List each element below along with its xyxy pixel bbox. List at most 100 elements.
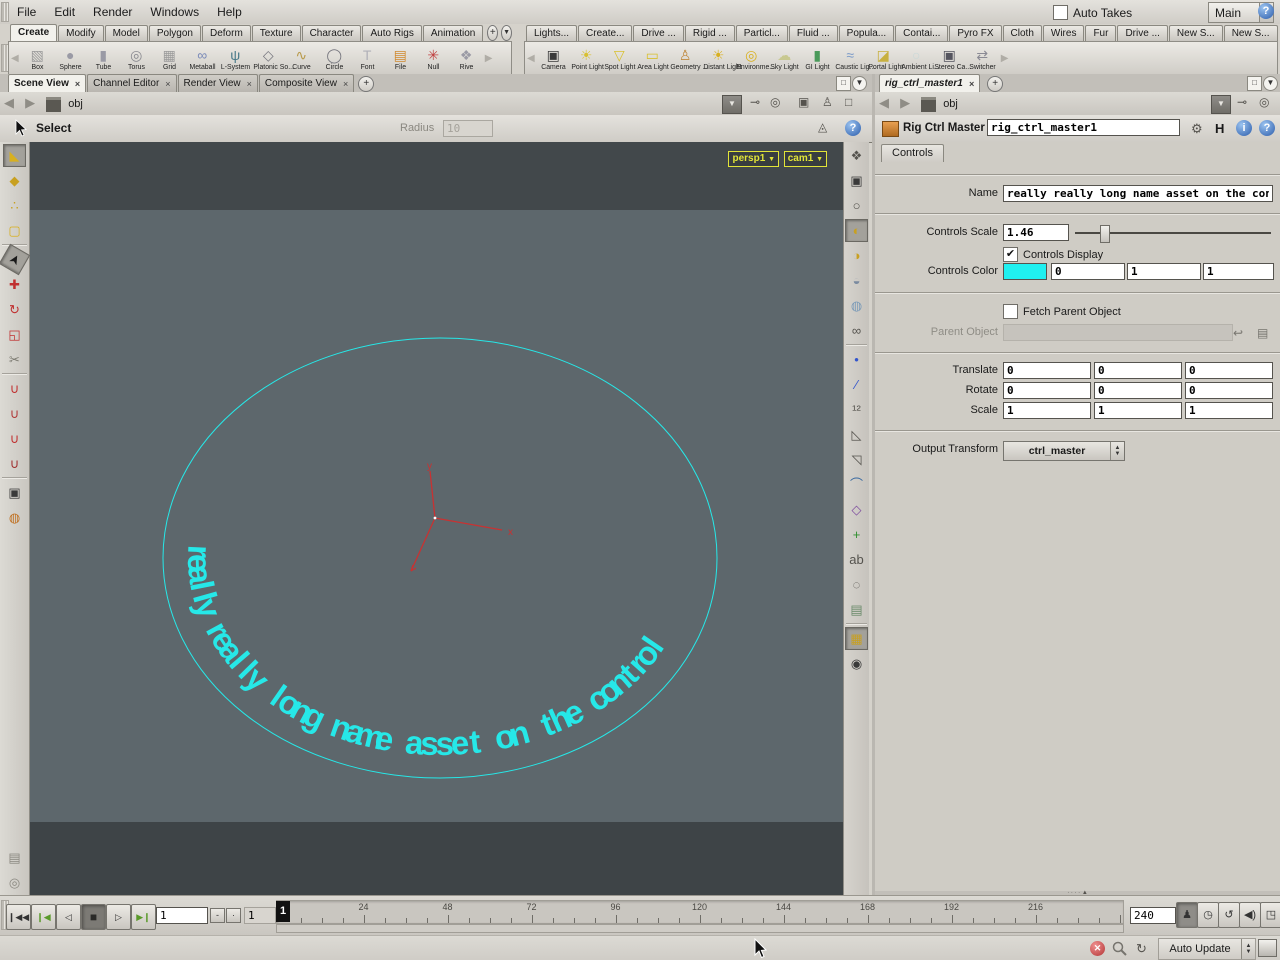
nav-back-icon[interactable]: ◀: [0, 92, 18, 111]
custom-handle-tool[interactable]: ✂: [3, 348, 26, 371]
snapshot-camera-icon[interactable]: ▣: [845, 169, 868, 192]
playback-start-input[interactable]: [156, 907, 208, 924]
menu-edit[interactable]: Edit: [45, 0, 84, 19]
prim-numbers-icon[interactable]: ◹: [845, 448, 868, 471]
shelf-tool-circle[interactable]: ◯ Circle: [318, 47, 351, 71]
scale-tool[interactable]: ◱: [3, 323, 26, 346]
shelf-scroll-right-icon[interactable]: ▶: [483, 53, 495, 64]
pin-icon[interactable]: ⊸: [1237, 95, 1247, 109]
playback-end-input[interactable]: [1130, 907, 1176, 924]
shelf-tab-animation[interactable]: Animation: [422, 25, 484, 41]
prim-normals-icon[interactable]: ◺: [845, 423, 868, 446]
update-mode-spinner[interactable]: ▲ ▼: [1241, 939, 1255, 959]
shelf-scroll-right-icon[interactable]: ▶: [999, 53, 1011, 64]
close-icon[interactable]: ×: [969, 79, 974, 89]
output-transform-spinner[interactable]: ▲ ▼: [1110, 442, 1124, 460]
radial-menu-icon[interactable]: ◎: [1259, 95, 1269, 109]
shelf-tool-box[interactable]: ▧ Box: [21, 47, 54, 71]
prev-keyframe-button[interactable]: ❙◀: [31, 904, 56, 930]
origin-axes-icon[interactable]: +: [845, 523, 868, 546]
visible-objects-icon[interactable]: ◍: [845, 294, 868, 317]
stereo-glasses-icon[interactable]: ∞: [845, 319, 868, 342]
jump-to-start-button[interactable]: ❙◀◀: [6, 904, 31, 930]
shelf-tab-new-s-[interactable]: New S...: [1168, 25, 1223, 41]
shelf-tool-geometry-[interactable]: ♙ Geometry ...: [669, 47, 708, 71]
pane-maximize-button[interactable]: □: [836, 76, 851, 91]
pin-icon[interactable]: ⊸: [750, 95, 760, 109]
menu-windows[interactable]: Windows: [141, 0, 208, 19]
node-help-button[interactable]: ?: [1259, 120, 1275, 136]
jump-to-operator-icon[interactable]: ↩: [1233, 326, 1243, 340]
node-name-input[interactable]: [987, 119, 1180, 136]
select-tool[interactable]: ➤: [0, 243, 31, 276]
timeline-ruler[interactable]: 24 48 72 96 120 144 168 192 216 1: [276, 900, 1124, 924]
controls-color-b-input[interactable]: [1203, 263, 1274, 280]
controls-color-g-input[interactable]: [1127, 263, 1201, 280]
gear-icon[interactable]: ⚙: [1191, 121, 1203, 137]
translate-y-input[interactable]: [1094, 362, 1182, 379]
path-dropdown-button[interactable]: ▼: [1211, 95, 1231, 114]
tab-rig-ctrl-master1[interactable]: rig_ctrl_master1 ×: [879, 74, 981, 92]
jump-to-end-button[interactable]: ▶❙: [131, 904, 156, 930]
nav-forward-icon[interactable]: ▶: [21, 92, 39, 111]
render-region-tool[interactable]: ◍: [3, 506, 26, 529]
select-visible-icon[interactable]: ◬: [818, 120, 827, 134]
translate-tool[interactable]: ✚: [3, 273, 26, 296]
secure-selection-tool[interactable]: ▢: [3, 219, 26, 242]
shelf-tab-new-s-[interactable]: New S...: [1223, 25, 1278, 41]
open-operator-list-icon[interactable]: ▤: [1257, 326, 1268, 340]
update-mode-selector[interactable]: Auto Update ▲ ▼: [1158, 938, 1256, 960]
rotate-y-input[interactable]: [1094, 382, 1182, 399]
network-path[interactable]: obj: [943, 98, 958, 110]
viewpoint-selector-persp[interactable]: persp1 ▼: [728, 151, 779, 167]
shelf-tab-popula-[interactable]: Popula...: [838, 25, 895, 41]
scale-x-input[interactable]: [1003, 402, 1091, 419]
recook-icon[interactable]: ↻: [1136, 941, 1147, 957]
point-numbers-icon[interactable]: ¹²: [845, 398, 868, 421]
blank-panel-icon[interactable]: □: [845, 95, 852, 109]
network-path[interactable]: obj: [68, 98, 83, 110]
notes-tool[interactable]: ▤: [3, 846, 26, 869]
wireframe-mode-icon[interactable]: ○: [845, 194, 868, 217]
nav-back-icon[interactable]: ◀: [875, 92, 893, 111]
menu-render[interactable]: Render: [84, 0, 141, 19]
rotate-x-input[interactable]: [1003, 382, 1091, 399]
snap-multi-tool[interactable]: ∪: [3, 452, 26, 475]
shelf-tab-contai-[interactable]: Contai...: [895, 25, 949, 41]
viewport-camera-tool[interactable]: ▣: [3, 481, 26, 504]
view-fit-icon[interactable]: ◇: [845, 498, 868, 521]
shelf-tool-font[interactable]: T Font: [351, 47, 384, 71]
shelf-tab-character[interactable]: Character: [301, 25, 362, 41]
close-icon[interactable]: ×: [75, 79, 80, 89]
text-overlay-icon[interactable]: ab: [845, 548, 868, 571]
stop-button[interactable]: ■: [81, 904, 106, 930]
shelf-tab-fluid-[interactable]: Fluid ...: [788, 25, 838, 41]
controls-scale-input[interactable]: [1003, 224, 1069, 241]
close-icon[interactable]: ×: [343, 79, 348, 89]
shelf-tab-fur[interactable]: Fur: [1085, 25, 1117, 41]
shelf-tab-texture[interactable]: Texture: [251, 25, 301, 41]
auto-takes-toggle[interactable]: Auto Takes: [1053, 5, 1132, 20]
points-display-icon[interactable]: •: [845, 348, 868, 371]
pane-tab-render-view[interactable]: Render View ×: [177, 74, 258, 92]
shelf-scroll-left-icon[interactable]: ◀: [9, 53, 21, 64]
shelf-tab-create-[interactable]: Create...: [578, 25, 633, 41]
scene-viewport[interactable]: persp1 ▼ cam1 ▼ really really long name …: [30, 142, 843, 895]
loop-mode-button[interactable]: ↺: [1218, 902, 1240, 928]
ghost-shade-icon[interactable]: ◒: [845, 269, 868, 292]
shelf-tool-ambient-li-[interactable]: ○ Ambient Li...: [900, 47, 939, 71]
translate-x-input[interactable]: [1003, 362, 1091, 379]
path-dropdown-button[interactable]: ▼: [722, 95, 742, 114]
geometry-display-icon[interactable]: ▣: [798, 95, 809, 109]
magnifier-icon[interactable]: [1112, 941, 1127, 956]
controls-color-r-input[interactable]: [1051, 263, 1125, 280]
hscript-button[interactable]: H: [1215, 121, 1224, 136]
group-geometry-tool[interactable]: ∴: [3, 194, 26, 217]
snap-grid-tool[interactable]: ∪: [3, 377, 26, 400]
new-tab-button[interactable]: +: [358, 76, 375, 92]
shelf-tool-l-system[interactable]: ψ L-System: [219, 47, 252, 71]
menu-file[interactable]: File: [8, 0, 45, 19]
playback-clock-button[interactable]: ◷: [1197, 902, 1219, 928]
rotate-tool[interactable]: ↻: [3, 298, 26, 321]
shelf-tab-cloth[interactable]: Cloth: [1002, 25, 1042, 41]
